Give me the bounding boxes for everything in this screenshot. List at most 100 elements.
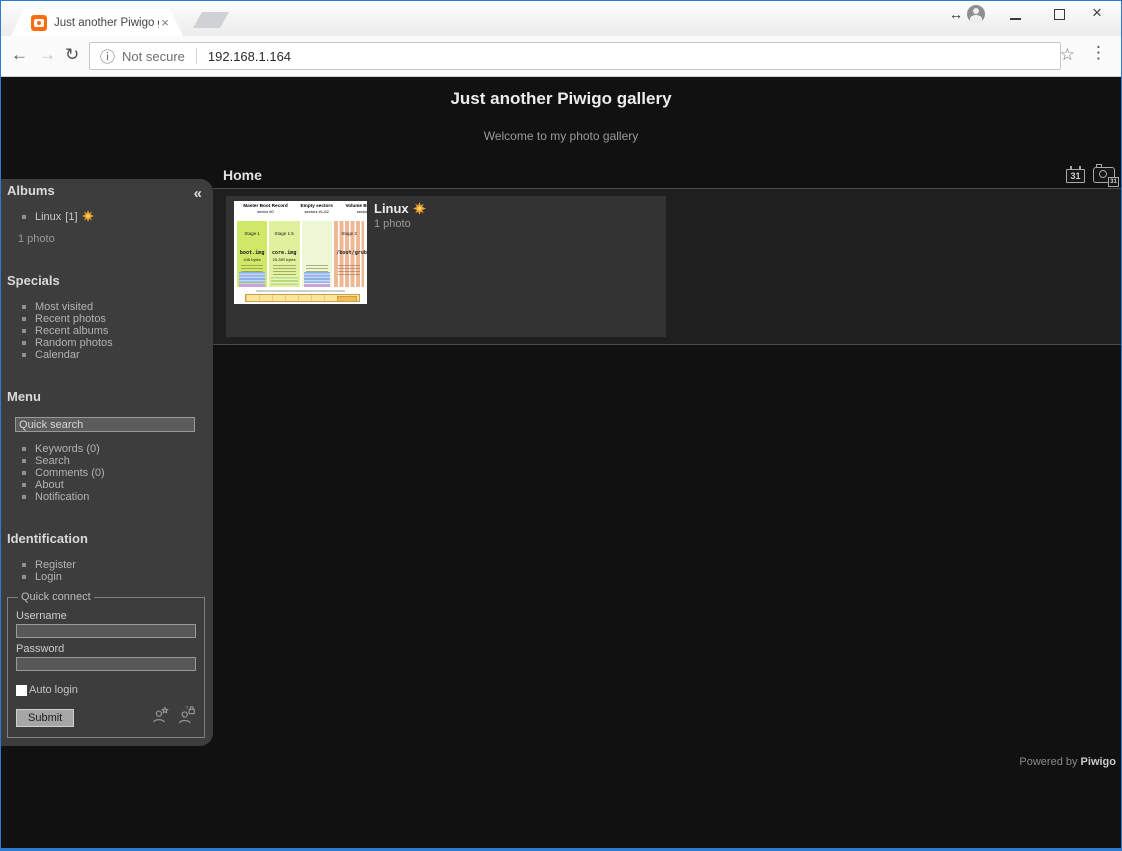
mini-calendar-icon: 31 [1108, 177, 1119, 187]
browser-titlebar: Just another Piwigo galle × ↔ × [1, 1, 1121, 36]
sidebar-link-about[interactable]: About [35, 479, 64, 491]
new-tab-button[interactable] [193, 12, 229, 28]
browser-toolbar: ← → ↻ ⓘ Not secure 192.168.1.164 ☆ ⋮ [1, 36, 1121, 77]
bullet-icon [22, 353, 26, 357]
sidebar-link-search[interactable]: Search [35, 455, 70, 467]
close-button[interactable]: × [1092, 3, 1102, 23]
submit-row: Submit ? [16, 705, 196, 727]
quick-search-input[interactable] [15, 417, 195, 432]
albums-section: Master Boot Recordsector #0 Empty sector… [213, 188, 1121, 345]
browser-menu-icon[interactable]: ⋮ [1090, 43, 1107, 63]
thumb-table [245, 294, 360, 302]
list-item: Comments (0) [7, 467, 205, 479]
camera-lens-icon [1099, 170, 1107, 178]
bullet-icon [22, 341, 26, 345]
password-label: Password [16, 643, 196, 655]
back-icon[interactable]: ← [11, 45, 28, 65]
list-item: Keywords (0) [7, 443, 205, 455]
list-item: Most visited [7, 301, 205, 313]
sidebar-link-recent-albums[interactable]: Recent albums [35, 325, 108, 337]
calendar-created-icon[interactable]: 31 [1093, 167, 1115, 183]
bullet-icon [22, 329, 26, 333]
sidebar-link-most-visited[interactable]: Most visited [35, 301, 93, 313]
album-title-link[interactable]: Linux [374, 201, 409, 216]
bullet-icon [22, 563, 26, 567]
auto-login-checkbox[interactable] [16, 685, 27, 696]
auto-login-row: Auto login [16, 684, 196, 696]
list-item: Search [7, 455, 205, 467]
register-person-star-icon[interactable] [152, 705, 171, 727]
minimize-button[interactable] [1010, 18, 1021, 20]
address-separator [196, 48, 197, 64]
browser-window: Just another Piwigo galle × ↔ × ← → ↻ ⓘ … [0, 0, 1122, 851]
username-label: Username [16, 610, 196, 622]
sidebar-link-random-photos[interactable]: Random photos [35, 337, 113, 349]
url-text[interactable]: 192.168.1.164 [208, 49, 291, 64]
bullet-icon [22, 575, 26, 579]
reload-icon[interactable]: ↻ [65, 45, 79, 65]
sidebar-link-recent-photos[interactable]: Recent photos [35, 313, 106, 325]
album-info: Linux 1 photo [374, 201, 426, 230]
albums-list: Linux [1] [7, 210, 205, 223]
thumb-headers: Master Boot Recordsector #0 Empty sector… [237, 203, 364, 221]
breadcrumb-row: Home 31 31 [213, 161, 1121, 188]
list-item: Recent photos [7, 313, 205, 325]
forward-icon[interactable]: → [39, 45, 56, 65]
album-photo-count: 1 photo [374, 218, 426, 230]
maximize-button[interactable] [1054, 9, 1065, 20]
list-item: About [7, 479, 205, 491]
list-item: Login [7, 571, 205, 583]
address-bar[interactable]: ⓘ Not secure 192.168.1.164 [89, 42, 1061, 70]
bullet-icon [22, 215, 26, 219]
lost-password-person-lock-icon[interactable]: ? [177, 705, 196, 727]
collapse-sidebar-icon[interactable]: « [194, 185, 202, 202]
quick-connect-icons: ? [152, 705, 196, 727]
username-field[interactable] [16, 624, 196, 638]
bullet-icon [22, 459, 26, 463]
camera-bump-icon [1096, 164, 1102, 167]
new-burst-icon [413, 202, 426, 215]
info-icon[interactable]: ⓘ [100, 46, 115, 67]
sidebar-link-register[interactable]: Register [35, 559, 76, 571]
specials-heading: Specials [7, 273, 205, 288]
sidebar-link-calendar[interactable]: Calendar [35, 349, 80, 361]
bullet-icon [22, 495, 26, 499]
album-thumbnail[interactable]: Master Boot Recordsector #0 Empty sector… [234, 201, 367, 304]
sidebar-link-keywords[interactable]: Keywords (0) [35, 443, 100, 455]
list-item: Calendar [7, 349, 205, 361]
sidebar-link-notification[interactable]: Notification [35, 491, 89, 503]
quick-connect-box: Quick connect Username Password Auto log… [7, 591, 205, 738]
piwigo-link[interactable]: Piwigo [1081, 756, 1116, 768]
sync-arrows-icon: ↔ [949, 6, 963, 22]
calendar-posted-icon[interactable]: 31 [1066, 169, 1085, 183]
identification-heading: Identification [7, 531, 205, 546]
bullet-icon [22, 483, 26, 487]
page-viewport: Just another Piwigo gallery Welcome to m… [1, 77, 1121, 849]
sidebar: « Albums Linux [1] 1 photo Specials [1, 179, 213, 746]
sidebar-link-login[interactable]: Login [35, 571, 62, 583]
bullet-icon [22, 305, 26, 309]
quick-connect-legend: Quick connect [18, 591, 94, 603]
thumb-caption [256, 290, 345, 292]
album-list-item: Linux [1] [7, 210, 205, 223]
bullet-icon [22, 447, 26, 451]
browser-tab[interactable]: Just another Piwigo galle × [11, 9, 183, 36]
bullet-icon [22, 471, 26, 475]
auto-login-label: Auto login [29, 684, 78, 696]
list-item: Register [7, 559, 205, 571]
sidebar-album-linux[interactable]: Linux [1] [35, 210, 95, 223]
bookmark-star-icon[interactable]: ☆ [1060, 45, 1075, 65]
album-card[interactable]: Master Boot Recordsector #0 Empty sector… [226, 196, 666, 337]
page-title: Just another Piwigo gallery [1, 77, 1121, 109]
password-field[interactable] [16, 657, 196, 671]
tab-close-icon[interactable]: × [161, 16, 169, 29]
menu-list: Keywords (0) Search Comments (0) About N… [7, 443, 205, 503]
piwigo-favicon-icon [31, 15, 47, 31]
profile-icon[interactable] [967, 5, 985, 23]
submit-button[interactable]: Submit [16, 709, 74, 727]
list-item: Notification [7, 491, 205, 503]
sidebar-link-comments[interactable]: Comments (0) [35, 467, 105, 479]
breadcrumb[interactable]: Home [223, 167, 262, 183]
svg-text:?: ? [185, 706, 188, 712]
tab-title: Just another Piwigo galle [54, 17, 159, 29]
